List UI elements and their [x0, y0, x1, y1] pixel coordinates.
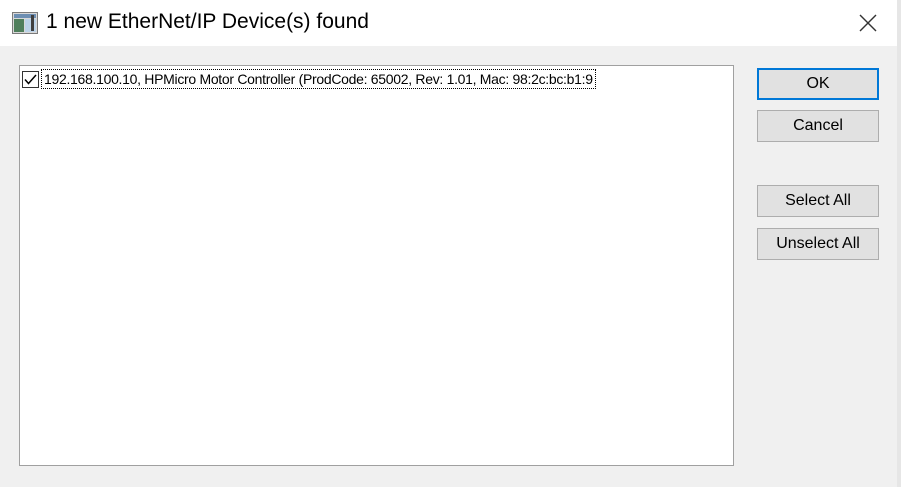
checkmark-icon [24, 74, 37, 85]
device-item-label: 192.168.100.10, HPMicro Motor Controller… [41, 69, 596, 89]
list-item[interactable]: 192.168.100.10, HPMicro Motor Controller… [22, 68, 596, 90]
app-window-icon [12, 12, 38, 34]
select-all-button[interactable]: Select All [757, 185, 879, 217]
unselect-all-button[interactable]: Unselect All [757, 228, 879, 260]
device-checkbox[interactable] [22, 70, 39, 88]
title-bar: 1 new EtherNet/IP Device(s) found [0, 0, 897, 46]
ok-button[interactable]: OK [757, 68, 879, 100]
close-button[interactable] [839, 0, 897, 46]
device-checklist[interactable]: 192.168.100.10, HPMicro Motor Controller… [19, 65, 734, 466]
close-icon [859, 14, 877, 32]
dialog-window: 1 new EtherNet/IP Device(s) found 192.16… [0, 0, 901, 487]
window-title: 1 new EtherNet/IP Device(s) found [46, 10, 369, 33]
cancel-button[interactable]: Cancel [757, 110, 879, 142]
